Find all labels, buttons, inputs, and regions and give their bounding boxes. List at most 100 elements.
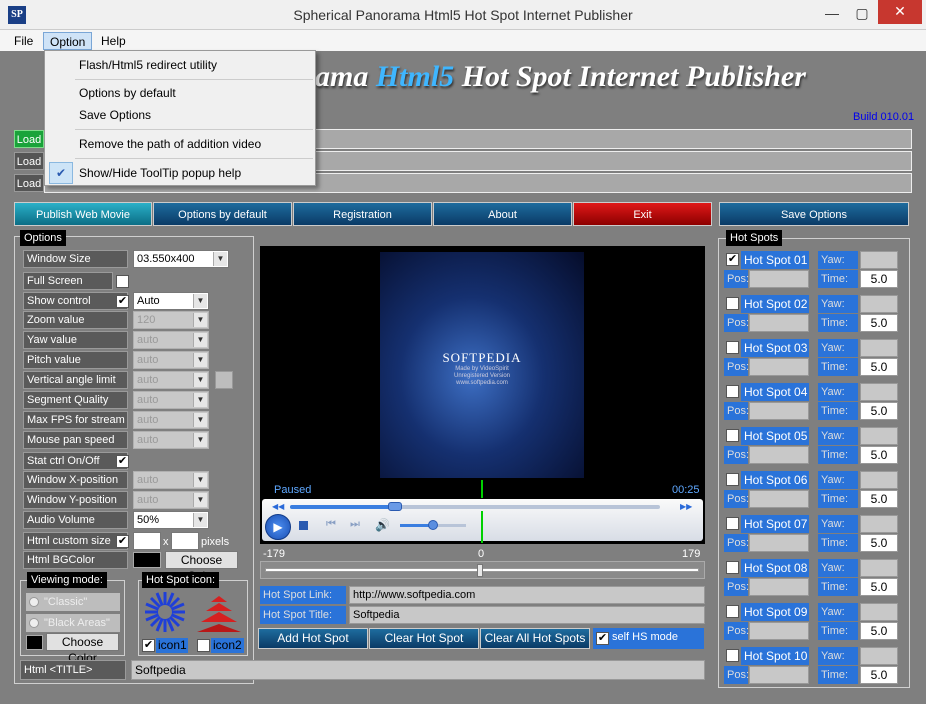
menu-item-redirect-utility[interactable]: Flash/Html5 redirect utility [45,54,315,76]
hotspot-title-input[interactable]: Softpedia [349,606,705,624]
chevron-down-icon[interactable]: ▼ [193,513,207,527]
play-icon[interactable]: ▶ [265,514,291,540]
registration-button[interactable]: Registration [293,202,432,226]
hotspot-checkbox[interactable] [726,649,739,662]
classic-radio[interactable]: "Classic" [26,593,120,611]
option-select[interactable]: Auto ▼ [133,292,209,310]
option-select[interactable]: auto ▼ [133,331,209,349]
option-select[interactable]: auto ▼ [133,431,209,449]
about-button[interactable]: About [433,202,572,226]
option-checkbox[interactable]: ✔ [116,535,129,548]
hotspot-yaw-input[interactable] [860,427,898,445]
hotspot-checkbox[interactable] [726,341,739,354]
menu-item-tooltip-help[interactable]: Show/Hide ToolTip popup help [45,162,315,184]
chevron-down-icon[interactable]: ▼ [193,373,207,387]
save-options-button[interactable]: Save Options [719,202,909,226]
hotspot-time-input[interactable]: 5.0 [860,446,898,464]
hotspot-yaw-input[interactable] [860,339,898,357]
hotspot-time-input[interactable]: 5.0 [860,622,898,640]
option-select[interactable]: auto ▼ [133,491,209,509]
rewind-icon[interactable]: ◀◀ [272,502,284,511]
load-button-2[interactable]: Load [14,152,44,170]
hotspot-checkbox[interactable] [726,517,739,530]
chevron-down-icon[interactable]: ▼ [213,252,227,266]
html-title-input[interactable]: Softpedia [131,660,705,680]
option-select[interactable]: auto ▼ [133,371,209,389]
hotspot-link-input[interactable]: http://www.softpedia.com [349,586,705,604]
hotspot-time-input[interactable]: 5.0 [860,270,898,288]
arrow-stack-icon[interactable] [196,590,242,634]
hotspot-pos-input[interactable] [749,534,809,552]
hotspot-time-input[interactable]: 5.0 [860,314,898,332]
starburst-icon[interactable] [143,590,187,634]
menu-item-save-options[interactable]: Save Options [45,104,315,126]
option-select[interactable]: 50% ▼ [133,511,209,529]
self-hs-mode-checkbox[interactable]: ✔ [596,632,609,645]
clear-hotspot-button[interactable]: Clear Hot Spot [369,628,479,649]
position-slider[interactable] [260,561,705,579]
minimize-button[interactable]: — [818,2,846,24]
chevron-down-icon[interactable]: ▼ [193,433,207,447]
option-checkbox[interactable] [116,275,129,288]
hotspot-pos-input[interactable] [749,666,809,684]
hotspot-yaw-input[interactable] [860,559,898,577]
option-checkbox[interactable]: ✔ [116,455,129,468]
menu-file[interactable]: File [8,32,39,50]
hotspot-yaw-input[interactable] [860,295,898,313]
hotspot-time-input[interactable]: 5.0 [860,358,898,376]
next-icon[interactable]: ⏭ [350,518,360,531]
hotspot-time-input[interactable]: 5.0 [860,666,898,684]
exit-button[interactable]: Exit [573,202,712,226]
option-select[interactable]: auto ▼ [133,411,209,429]
hotspot-time-input[interactable]: 5.0 [860,490,898,508]
hotspot-pos-input[interactable] [749,270,809,288]
hotspot-yaw-input[interactable] [860,251,898,269]
hotspot-pos-input[interactable] [749,490,809,508]
chevron-down-icon[interactable]: ▼ [193,313,207,327]
menu-item-remove-video-path[interactable]: Remove the path of addition video [45,133,315,155]
volume-icon[interactable]: 🔊 [375,518,390,532]
angle-limit-button[interactable] [215,371,233,389]
icon1-checkbox[interactable]: ✔ [142,639,155,652]
hotspot-checkbox[interactable] [726,473,739,486]
hotspot-checkbox[interactable] [726,385,739,398]
close-button[interactable]: ✕ [878,0,922,24]
seek-thumb[interactable] [388,502,402,511]
hotspot-yaw-input[interactable] [860,471,898,489]
bgcolor-choose-button[interactable]: Choose Color [165,551,238,583]
maximize-button[interactable]: ▢ [848,2,876,24]
slider-thumb[interactable] [477,564,483,577]
hotspot-time-input[interactable]: 5.0 [860,402,898,420]
load-button-3[interactable]: Load [14,174,44,192]
menu-help[interactable]: Help [95,32,132,50]
chevron-down-icon[interactable]: ▼ [193,413,207,427]
volume-thumb[interactable] [428,520,438,530]
chevron-down-icon[interactable]: ▼ [193,294,207,308]
hotspot-pos-input[interactable] [749,314,809,332]
hotspot-pos-input[interactable] [749,402,809,420]
clear-all-hotspots-button[interactable]: Clear All Hot Spots [480,628,590,649]
hotspot-pos-input[interactable] [749,358,809,376]
hotspot-checkbox[interactable] [726,605,739,618]
hotspot-yaw-input[interactable] [860,515,898,533]
option-select[interactable]: auto ▼ [133,351,209,369]
hotspot-checkbox[interactable] [726,297,739,310]
hotspot-checkbox[interactable] [726,429,739,442]
option-select[interactable]: 03.550x400 ▼ [133,250,229,268]
chevron-down-icon[interactable]: ▼ [193,473,207,487]
menu-item-options-by-default[interactable]: Options by default [45,82,315,104]
load-button-1[interactable]: Load [14,130,44,148]
options-by-default-button[interactable]: Options by default [153,202,292,226]
add-hotspot-button[interactable]: Add Hot Spot [258,628,368,649]
chevron-down-icon[interactable]: ▼ [193,333,207,347]
hotspot-yaw-input[interactable] [860,383,898,401]
prev-icon[interactable]: ⏮ [326,518,336,531]
publish-web-movie-button[interactable]: Publish Web Movie [14,202,152,226]
chevron-down-icon[interactable]: ▼ [193,393,207,407]
option-select[interactable]: auto ▼ [133,471,209,489]
height-input[interactable] [171,532,199,550]
option-checkbox[interactable]: ✔ [116,295,129,308]
icon2-checkbox[interactable] [197,639,210,652]
black-areas-radio[interactable]: "Black Areas" [26,614,120,632]
chevron-down-icon[interactable]: ▼ [193,353,207,367]
